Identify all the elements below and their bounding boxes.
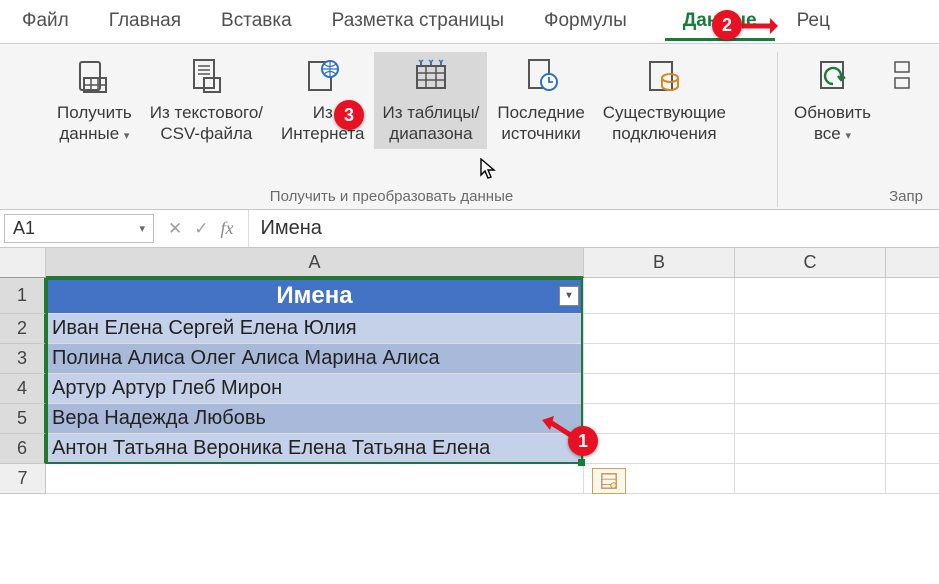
row-header[interactable]: 6	[0, 434, 46, 464]
name-box[interactable]: A1 ▾	[4, 214, 154, 243]
cell-empty[interactable]	[584, 404, 735, 434]
ribbon-btn-from-web[interactable]: Из Интернета	[273, 52, 372, 149]
table-row[interactable]: Артур Артур Глеб Мирон	[46, 374, 584, 404]
col-header-c[interactable]: C	[735, 248, 886, 278]
table-row[interactable]: Антон Татьяна Вероника Елена Татьяна Еле…	[46, 434, 584, 464]
cell-empty[interactable]	[886, 278, 939, 314]
table-header-text: Имена	[276, 282, 352, 310]
row-header[interactable]: 4	[0, 374, 46, 404]
ribbon-btn-get-data[interactable]: Получить данные ▾	[49, 52, 140, 149]
callout-badge-1: 1	[568, 426, 598, 456]
callout-arrow	[740, 14, 780, 38]
ribbon-btn-label: Существующие подключения	[603, 102, 726, 145]
row-header[interactable]: 1	[0, 278, 46, 314]
cell-empty[interactable]	[886, 314, 939, 344]
cell-empty[interactable]	[584, 344, 735, 374]
table-header-cell[interactable]: Имена ▾	[46, 278, 584, 314]
row-header[interactable]: 2	[0, 314, 46, 344]
row-header[interactable]: 3	[0, 344, 46, 374]
ribbon-btn-label: Из текстового/ CSV-файла	[150, 102, 263, 145]
accept-icon[interactable]: ✓	[194, 219, 208, 239]
row-header[interactable]: 5	[0, 404, 46, 434]
cell-empty[interactable]	[886, 344, 939, 374]
tab-review[interactable]: Рец	[779, 2, 848, 41]
ribbon-btn-from-csv[interactable]: Из текстового/ CSV-файла	[142, 52, 271, 149]
ribbon: Получить данные ▾ Из текстового/ CSV-фай…	[0, 44, 939, 210]
quick-analysis-icon[interactable]	[592, 468, 626, 494]
fx-icon[interactable]: fx	[221, 218, 234, 239]
cell-empty[interactable]	[584, 278, 735, 314]
cell-empty[interactable]	[584, 314, 735, 344]
formula-input[interactable]	[249, 210, 939, 247]
refresh-icon	[813, 56, 853, 96]
col-header-a[interactable]: A	[46, 248, 584, 278]
more-icon	[883, 56, 923, 96]
tab-home[interactable]: Главная	[91, 2, 199, 41]
database-icon	[74, 56, 114, 96]
ribbon-group-label: Запр	[786, 184, 925, 207]
text-file-icon	[186, 56, 226, 96]
formula-controls: ✕ ✓ fx	[154, 210, 249, 247]
cell-empty[interactable]	[735, 464, 886, 494]
recent-icon	[521, 56, 561, 96]
connections-icon	[644, 56, 684, 96]
tab-file[interactable]: Файл	[4, 2, 87, 41]
table-row[interactable]: Полина Алиса Олег Алиса Марина Алиса	[46, 344, 584, 374]
ribbon-btn-refresh-all[interactable]: Обновить все ▾	[786, 52, 879, 149]
ribbon-btn-label: Из таблицы/ диапазона	[382, 102, 479, 145]
cell-empty[interactable]	[735, 314, 886, 344]
ribbon-btn-from-table[interactable]: Из таблицы/ диапазона	[374, 52, 487, 149]
cancel-icon[interactable]: ✕	[168, 219, 182, 239]
formula-bar: A1 ▾ ✕ ✓ fx	[0, 210, 939, 248]
callout-badge-2: 2	[712, 10, 742, 40]
table-row[interactable]: Вера Надежда Любовь	[46, 404, 584, 434]
ribbon-btn-existing-connections[interactable]: Существующие подключения	[595, 52, 734, 149]
ribbon-btn-label: Обновить все ▾	[794, 102, 871, 145]
cell-empty[interactable]	[886, 464, 939, 494]
select-all-corner[interactable]	[0, 248, 46, 278]
cell-empty[interactable]	[886, 374, 939, 404]
worksheet[interactable]: A B C D 1 Имена ▾ 2 Иван Елена Сергей Ел…	[0, 248, 939, 494]
row-header[interactable]: 7	[0, 464, 46, 494]
cell-empty[interactable]	[886, 404, 939, 434]
col-header-d[interactable]: D	[886, 248, 939, 278]
cell-empty[interactable]	[735, 344, 886, 374]
tab-insert[interactable]: Вставка	[203, 2, 310, 41]
cell-empty[interactable]	[735, 278, 886, 314]
menu-tabs: Файл Главная Вставка Разметка страницы Ф…	[0, 0, 939, 44]
ribbon-btn-recent-sources[interactable]: Последние источники	[489, 52, 592, 149]
ribbon-btn-label: Последние источники	[497, 102, 584, 145]
ribbon-btn-label: Получить данные ▾	[57, 102, 132, 145]
cell-empty[interactable]	[584, 374, 735, 404]
dropdown-icon[interactable]: ▾	[139, 222, 145, 235]
cell-empty[interactable]	[886, 434, 939, 464]
cell-empty[interactable]	[735, 374, 886, 404]
mouse-cursor-icon	[480, 158, 498, 185]
cell-empty[interactable]	[46, 464, 584, 494]
tab-layout[interactable]: Разметка страницы	[314, 2, 522, 41]
name-box-value: A1	[13, 218, 35, 239]
cell-empty[interactable]	[735, 404, 886, 434]
tab-formulas[interactable]: Формулы	[526, 2, 661, 41]
ribbon-group-label: Получить и преобразовать данные	[14, 184, 769, 207]
ribbon-btn-extra[interactable]	[881, 52, 925, 106]
col-header-b[interactable]: B	[584, 248, 735, 278]
callout-badge-3: 3	[334, 100, 364, 130]
table-range-icon	[411, 56, 451, 96]
ribbon-group-get-transform: Получить данные ▾ Из текстового/ CSV-фай…	[6, 52, 778, 207]
cell-empty[interactable]	[735, 434, 886, 464]
cell-empty[interactable]	[584, 434, 735, 464]
globe-icon	[303, 56, 343, 96]
filter-dropdown-icon[interactable]: ▾	[559, 286, 579, 306]
ribbon-group-queries: Обновить все ▾ Запр	[778, 52, 933, 207]
table-row[interactable]: Иван Елена Сергей Елена Юлия	[46, 314, 584, 344]
